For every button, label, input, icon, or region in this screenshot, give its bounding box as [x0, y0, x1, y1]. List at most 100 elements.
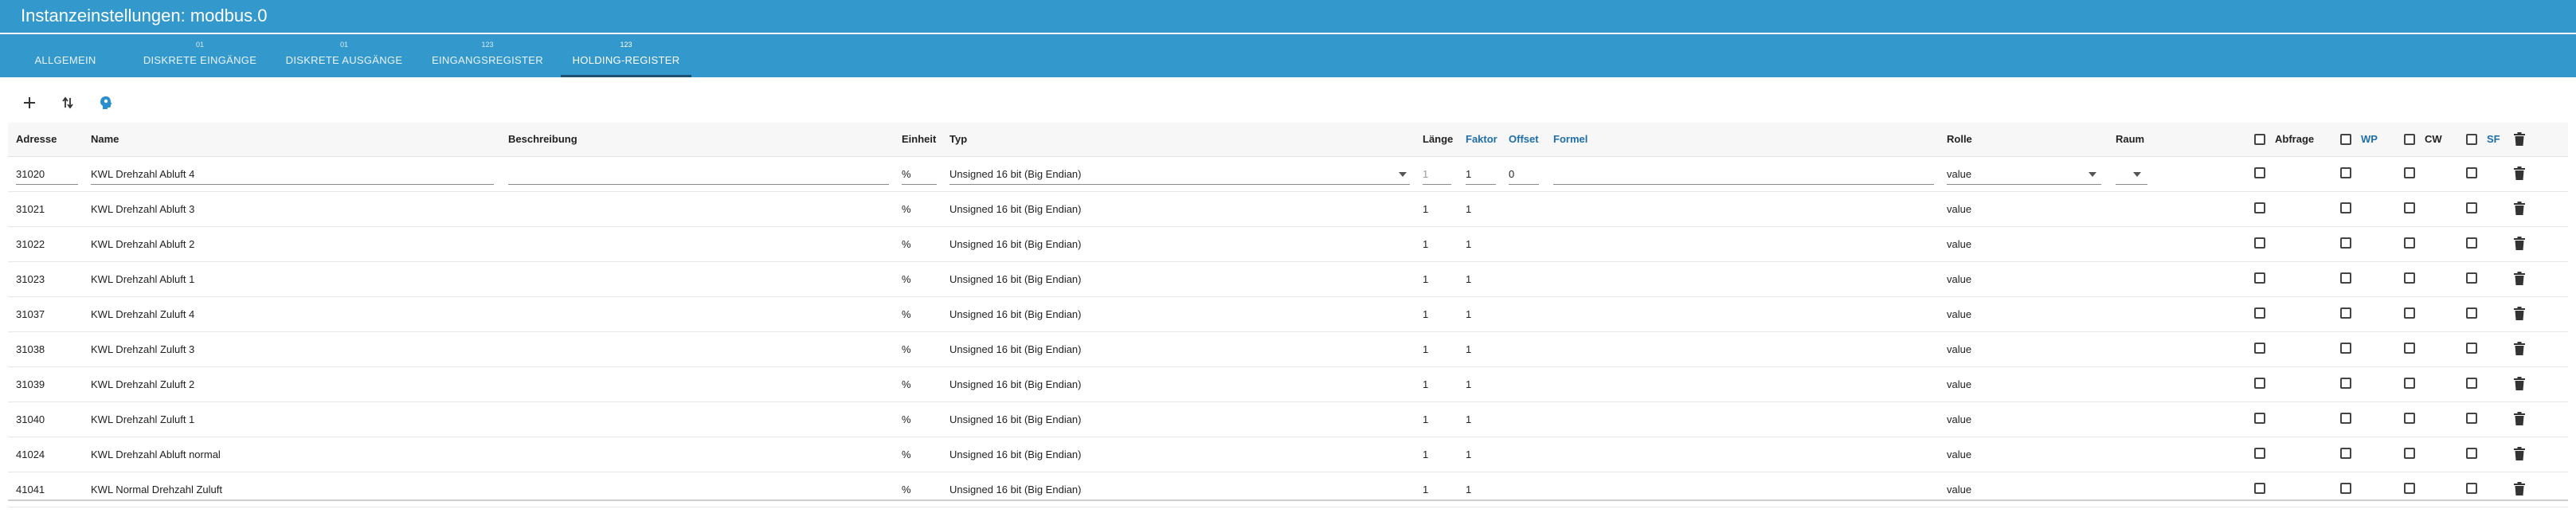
col-header-faktor[interactable]: Faktor: [1466, 133, 1497, 145]
col-header-name[interactable]: Name: [91, 133, 119, 145]
wp-checkbox[interactable]: [2340, 413, 2351, 424]
abfrage-checkbox[interactable]: [2254, 343, 2265, 354]
cell-einheit[interactable]: %: [902, 238, 911, 250]
cell-name[interactable]: KWL Drehzahl Zuluft 3: [91, 343, 194, 355]
cell-typ[interactable]: Unsigned 16 bit (Big Endian): [949, 203, 1082, 215]
cw-checkbox[interactable]: [2404, 237, 2415, 249]
cell-name[interactable]: KWL Drehzahl Abluft normal: [91, 448, 221, 460]
cell-adresse[interactable]: 31020: [16, 168, 45, 180]
abfrage-checkbox[interactable]: [2254, 378, 2265, 389]
delete-all-icon[interactable]: [2514, 132, 2525, 147]
cell-rolle[interactable]: value: [1947, 273, 1971, 285]
wp-checkbox[interactable]: [2340, 237, 2351, 249]
col-header-typ[interactable]: Typ: [949, 133, 967, 145]
rolle-dropdown-icon[interactable]: [2089, 172, 2096, 177]
cell-laenge[interactable]: 1: [1423, 308, 1428, 320]
select-all-wp-checkbox[interactable]: [2340, 134, 2351, 145]
cell-adresse[interactable]: 31037: [16, 308, 45, 320]
cell-rolle[interactable]: value: [1947, 168, 1971, 180]
cell-faktor[interactable]: 1: [1466, 203, 1471, 215]
delete-row-icon[interactable]: [2514, 166, 2525, 181]
cell-typ[interactable]: Unsigned 16 bit (Big Endian): [949, 238, 1082, 250]
sf-checkbox[interactable]: [2466, 272, 2477, 284]
select-all-abfrage-checkbox[interactable]: [2254, 134, 2265, 145]
abfrage-checkbox[interactable]: [2254, 237, 2265, 249]
cell-name[interactable]: KWL Drehzahl Abluft 4: [91, 168, 194, 180]
delete-row-icon[interactable]: [2514, 202, 2525, 216]
table-row[interactable]: 41024 KWL Drehzahl Abluft normal % Unsig…: [8, 437, 2568, 472]
delete-row-icon[interactable]: [2514, 307, 2525, 321]
wp-checkbox[interactable]: [2340, 272, 2351, 284]
cell-typ[interactable]: Unsigned 16 bit (Big Endian): [949, 413, 1082, 425]
cell-rolle[interactable]: value: [1947, 238, 1971, 250]
delete-row-icon[interactable]: [2514, 237, 2525, 251]
cell-faktor[interactable]: 1: [1466, 413, 1471, 425]
delete-row-icon[interactable]: [2514, 272, 2525, 286]
abfrage-checkbox[interactable]: [2254, 413, 2265, 424]
col-header-formel[interactable]: Formel: [1553, 133, 1587, 145]
cw-checkbox[interactable]: [2404, 272, 2415, 284]
cell-einheit[interactable]: %: [902, 378, 911, 390]
cell-typ[interactable]: Unsigned 16 bit (Big Endian): [949, 273, 1082, 285]
cell-einheit[interactable]: %: [902, 484, 911, 495]
sf-checkbox[interactable]: [2466, 202, 2477, 213]
add-button[interactable]: [17, 90, 42, 116]
cell-adresse[interactable]: 31040: [16, 413, 45, 425]
cell-adresse[interactable]: 41041: [16, 484, 45, 495]
cell-rolle[interactable]: value: [1947, 343, 1971, 355]
tab-eingangsregister[interactable]: 123 EINGANGSREGISTER: [424, 34, 551, 77]
cell-einheit[interactable]: %: [902, 273, 911, 285]
cell-name[interactable]: KWL Drehzahl Abluft 2: [91, 238, 194, 250]
wp-checkbox[interactable]: [2340, 483, 2351, 494]
col-header-offset[interactable]: Offset: [1509, 133, 1539, 145]
cell-typ[interactable]: Unsigned 16 bit (Big Endian): [949, 484, 1082, 495]
abfrage-checkbox[interactable]: [2254, 448, 2265, 459]
wp-checkbox[interactable]: [2340, 343, 2351, 354]
raum-dropdown-icon[interactable]: [2133, 172, 2141, 177]
import-button[interactable]: [93, 90, 119, 116]
cell-name[interactable]: KWL Drehzahl Abluft 1: [91, 273, 194, 285]
cell-adresse[interactable]: 41024: [16, 448, 45, 460]
cw-checkbox[interactable]: [2404, 202, 2415, 213]
tab-holding-register[interactable]: 123 HOLDING-REGISTER: [561, 34, 691, 77]
cw-checkbox[interactable]: [2404, 167, 2415, 178]
cell-name[interactable]: KWL Drehzahl Abluft 3: [91, 203, 194, 215]
sf-checkbox[interactable]: [2466, 307, 2477, 319]
cell-einheit[interactable]: %: [902, 308, 911, 320]
cell-typ[interactable]: Unsigned 16 bit (Big Endian): [949, 308, 1082, 320]
delete-row-icon[interactable]: [2514, 377, 2525, 391]
cell-adresse[interactable]: 31039: [16, 378, 45, 390]
wp-checkbox[interactable]: [2340, 167, 2351, 178]
cell-name[interactable]: KWL Drehzahl Zuluft 1: [91, 413, 194, 425]
delete-row-icon[interactable]: [2514, 412, 2525, 426]
table-row[interactable]: 31022 KWL Drehzahl Abluft 2 % Unsigned 1…: [8, 227, 2568, 262]
cell-name[interactable]: KWL Drehzahl Zuluft 4: [91, 308, 194, 320]
typ-dropdown-icon[interactable]: [1399, 172, 1407, 177]
cell-laenge[interactable]: 1: [1423, 484, 1428, 495]
cell-rolle[interactable]: value: [1947, 308, 1971, 320]
select-all-sf-checkbox[interactable]: [2466, 134, 2477, 145]
cell-typ[interactable]: Unsigned 16 bit (Big Endian): [949, 378, 1082, 390]
cw-checkbox[interactable]: [2404, 413, 2415, 424]
cell-rolle[interactable]: value: [1947, 203, 1971, 215]
wp-checkbox[interactable]: [2340, 448, 2351, 459]
cell-laenge[interactable]: 1: [1423, 448, 1428, 460]
sort-button[interactable]: [55, 90, 80, 116]
abfrage-checkbox[interactable]: [2254, 202, 2265, 213]
sf-checkbox[interactable]: [2466, 378, 2477, 389]
cell-faktor[interactable]: 1: [1466, 343, 1471, 355]
cell-faktor[interactable]: 1: [1466, 238, 1471, 250]
cell-adresse[interactable]: 31021: [16, 203, 45, 215]
cell-faktor[interactable]: 1: [1466, 378, 1471, 390]
table-row[interactable]: 31040 KWL Drehzahl Zuluft 1 % Unsigned 1…: [8, 402, 2568, 437]
sf-checkbox[interactable]: [2466, 343, 2477, 354]
cell-adresse[interactable]: 31023: [16, 273, 45, 285]
sf-checkbox[interactable]: [2466, 237, 2477, 249]
col-header-einheit[interactable]: Einheit: [902, 133, 936, 145]
table-row[interactable]: 31021 KWL Drehzahl Abluft 3 % Unsigned 1…: [8, 192, 2568, 227]
cell-laenge[interactable]: 1: [1423, 203, 1428, 215]
sf-checkbox[interactable]: [2466, 413, 2477, 424]
cell-typ[interactable]: Unsigned 16 bit (Big Endian): [949, 168, 1082, 180]
cw-checkbox[interactable]: [2404, 378, 2415, 389]
col-header-adresse[interactable]: Adresse: [16, 133, 57, 145]
